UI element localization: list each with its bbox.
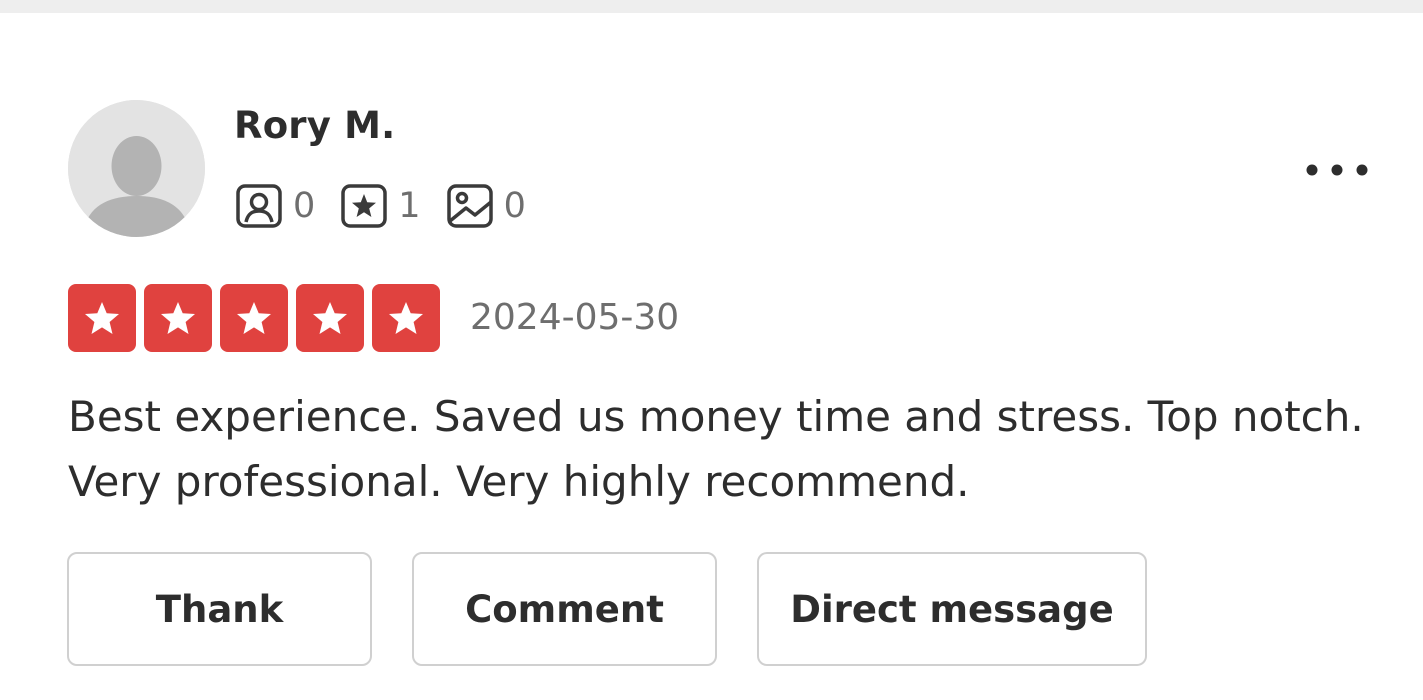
star-icon (85, 301, 119, 334)
star-rating (68, 283, 448, 352)
rating-star (68, 283, 136, 352)
top-divider-strip (0, 0, 1423, 13)
review-date: 2024-05-30 (470, 297, 680, 338)
star-icon (237, 301, 271, 334)
photos-count: 0 (503, 186, 526, 226)
user-avatar[interactable] (68, 100, 205, 237)
photos-stat: 0 (446, 184, 526, 228)
reviews-count: 1 (398, 186, 421, 226)
star-icon (313, 301, 347, 334)
thank-button[interactable]: Thank (67, 552, 372, 666)
friends-icon (236, 184, 282, 228)
more-options-button[interactable] (1297, 150, 1377, 190)
user-name[interactable]: Rory M. (234, 104, 395, 147)
user-stats: 0 1 0 (236, 184, 552, 228)
direct-message-button[interactable]: Direct message (757, 552, 1147, 666)
rating-star (372, 283, 440, 352)
default-user-avatar-icon (68, 100, 205, 237)
more-options-icon (1306, 164, 1368, 176)
review-star-icon (341, 184, 388, 228)
friends-count: 0 (293, 186, 316, 226)
photo-icon (446, 184, 493, 228)
review-text: Best experience. Saved us money time and… (68, 392, 1364, 506)
rating-star (144, 283, 212, 352)
star-icon (161, 301, 195, 334)
friends-stat: 0 (236, 184, 315, 228)
rating-star (296, 283, 364, 352)
rating-row: 2024-05-30 (68, 283, 679, 352)
comment-button[interactable]: Comment (412, 552, 717, 666)
reviews-stat: 1 (341, 184, 421, 228)
star-icon (389, 301, 423, 334)
rating-star (220, 283, 288, 352)
